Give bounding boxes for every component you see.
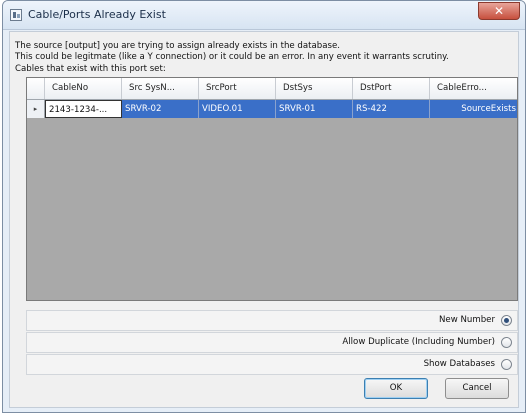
cell-src-sysname[interactable]: SRVR-02 (122, 100, 199, 118)
window-title: Cable/Ports Already Exist (28, 8, 166, 21)
message-line-2: This could be legitmate (like a Y connec… (15, 52, 449, 62)
option-label: Show Databases (423, 359, 495, 369)
message-line-1: The source [output] you are trying to as… (15, 41, 340, 51)
column-header-cableerror[interactable]: CableErro... (430, 78, 517, 99)
cell-cableerror[interactable]: SourceExists (430, 100, 517, 118)
cell-cableno[interactable]: 2143-1234-... (45, 100, 122, 118)
option-new-number[interactable]: New Number (26, 310, 518, 331)
cell-dstport[interactable]: RS-422 (353, 100, 430, 118)
grid-label: Cables that exist with this port set: (15, 64, 166, 74)
column-header-cableno[interactable]: CableNo (45, 78, 122, 99)
cables-grid[interactable]: CableNo Src SysN... SrcPort DstSys DstPo… (26, 77, 518, 301)
message-text: The source [output] you are trying to as… (15, 41, 449, 63)
column-header-src-sysname[interactable]: Src SysN... (122, 78, 199, 99)
ok-button[interactable]: OK (364, 378, 428, 399)
grid-header: CableNo Src SysN... SrcPort DstSys DstPo… (27, 78, 517, 100)
cell-dstsys[interactable]: SRVR-01 (276, 100, 353, 118)
radio-allow-duplicate[interactable] (501, 337, 512, 348)
option-label: New Number (439, 315, 495, 325)
column-header-dstsys[interactable]: DstSys (276, 78, 353, 99)
option-allow-duplicate[interactable]: Allow Duplicate (Including Number) (26, 332, 518, 353)
app-icon (10, 9, 22, 21)
radio-new-number[interactable] (501, 315, 512, 326)
cancel-button[interactable]: Cancel (445, 378, 509, 399)
title-bar[interactable]: Cable/Ports Already Exist ✕ (3, 1, 525, 30)
option-label: Allow Duplicate (Including Number) (342, 337, 495, 347)
cell-srcport[interactable]: VIDEO.01 (199, 100, 276, 118)
option-show-databases[interactable]: Show Databases (26, 354, 518, 375)
header-corner (27, 78, 45, 99)
column-header-dstport[interactable]: DstPort (353, 78, 430, 99)
column-header-srcport[interactable]: SrcPort (199, 78, 276, 99)
radio-show-databases[interactable] (501, 359, 512, 370)
table-row[interactable]: ▸ 2143-1234-... SRVR-02 VIDEO.01 SRVR-01… (27, 100, 517, 118)
row-indicator-icon: ▸ (27, 100, 45, 118)
close-button[interactable]: ✕ (478, 2, 520, 20)
